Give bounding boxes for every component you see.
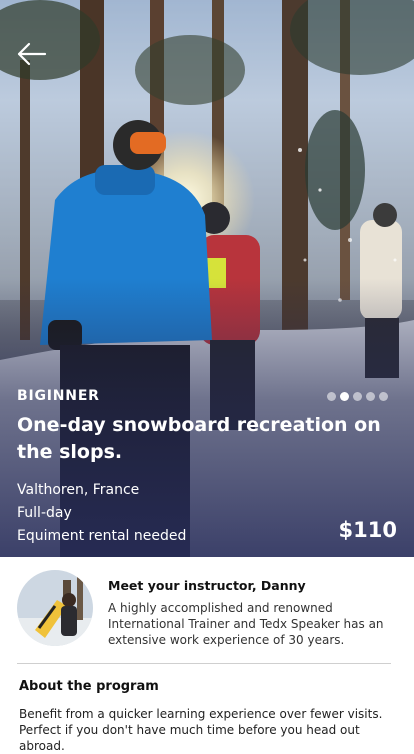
carousel-dot[interactable]: [379, 392, 388, 401]
section-divider: [17, 663, 391, 664]
hero-gradient-overlay: [0, 0, 414, 557]
hero-image: BIGINNER One-day snowboard recreation on…: [0, 0, 414, 557]
level-label: BIGINNER: [17, 388, 100, 404]
instructor-bio: A highly accomplished and renowned Inter…: [108, 601, 384, 647]
carousel-dot-active[interactable]: [340, 392, 349, 401]
carousel-dot[interactable]: [353, 392, 362, 401]
about-text: Benefit from a quicker learning experien…: [19, 707, 383, 753]
equipment-text: Equiment rental needed: [17, 528, 187, 544]
location-text: Valthoren, France: [17, 482, 140, 498]
instructor-heading: Meet your instructor, Danny: [108, 578, 306, 593]
carousel-indicator[interactable]: [327, 392, 388, 401]
program-details: Valthoren, France Full-day Equiment rent…: [17, 479, 186, 548]
carousel-dot[interactable]: [366, 392, 375, 401]
price-label: $110: [338, 518, 397, 542]
program-title: One-day snowboard recreation on the slop…: [17, 414, 381, 463]
duration-text: Full-day: [17, 505, 72, 521]
about-title: About the program: [19, 679, 159, 694]
instructor-section: Meet your instructor, Danny A highly acc…: [0, 557, 414, 665]
instructor-avatar[interactable]: [17, 570, 93, 646]
carousel-dot[interactable]: [327, 392, 336, 401]
back-arrow-icon[interactable]: [16, 40, 48, 68]
